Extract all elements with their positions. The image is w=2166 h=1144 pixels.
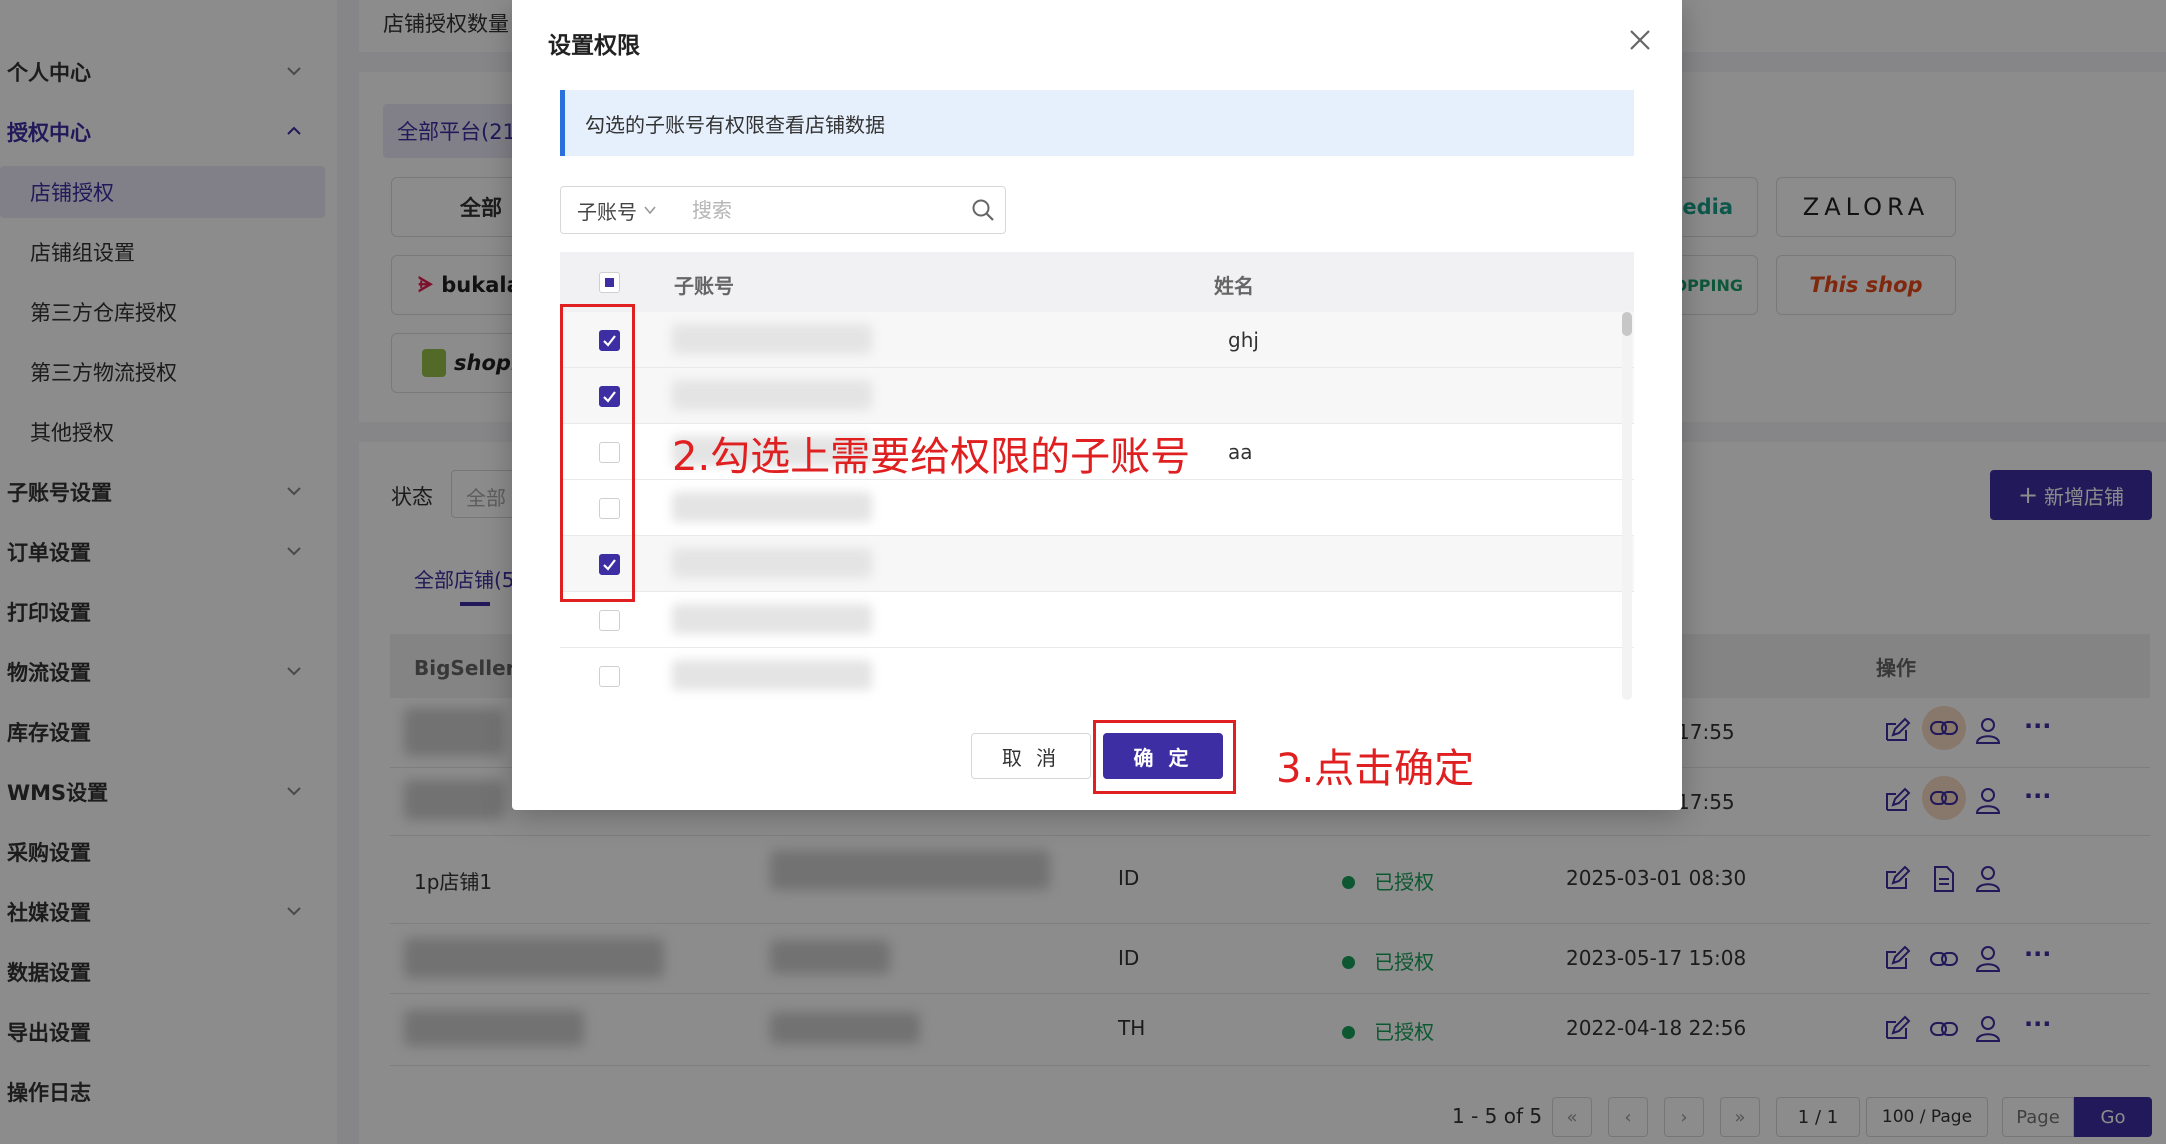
annotation-checkbox-highlight [560,304,635,602]
permission-modal: 设置权限 勾选的子账号有权限查看店铺数据 子账号 子账号 姓名 ghj aa [512,0,1682,810]
scrollbar-thumb[interactable] [1622,312,1632,336]
subaccount-id [672,548,872,578]
list-item [560,648,1634,704]
info-banner: 勾选的子账号有权限查看店铺数据 [560,90,1634,156]
annotation-confirm-highlight [1093,720,1236,794]
subaccount-name: aa [1228,440,1253,464]
modal-title: 设置权限 [548,33,640,59]
list-scrollbar[interactable] [1622,310,1632,700]
chevron-down-icon [644,206,656,215]
row-checkbox[interactable] [599,610,620,631]
search-input[interactable] [676,186,1006,234]
subaccount-id [672,492,872,522]
subaccount-id [672,660,872,690]
subaccount-name: ghj [1228,328,1259,352]
close-icon[interactable] [1628,28,1652,52]
list-item: ghj [560,312,1634,368]
subaccount-id [672,604,872,634]
list-item [560,536,1634,592]
info-text: 勾选的子账号有权限查看店铺数据 [585,112,885,137]
subaccount-table-header: 子账号 姓名 [560,252,1634,312]
cancel-button[interactable]: 取 消 [971,733,1091,779]
subaccount-id [672,324,872,354]
annotation-step2: 2.勾选上需要给权限的子账号 [672,434,1191,480]
col-name: 姓名 [1214,274,1254,298]
subaccount-id [672,380,872,410]
annotation-step3: 3.点击确定 [1276,746,1475,792]
list-item [560,592,1634,648]
search-icon[interactable] [970,197,996,223]
filter-select-value: 子账号 [577,199,637,224]
col-subaccount: 子账号 [674,274,734,298]
row-checkbox[interactable] [599,666,620,687]
list-item [560,480,1634,536]
list-item [560,368,1634,424]
select-all-checkbox[interactable] [599,272,620,293]
filter-field-select[interactable]: 子账号 [560,186,677,234]
